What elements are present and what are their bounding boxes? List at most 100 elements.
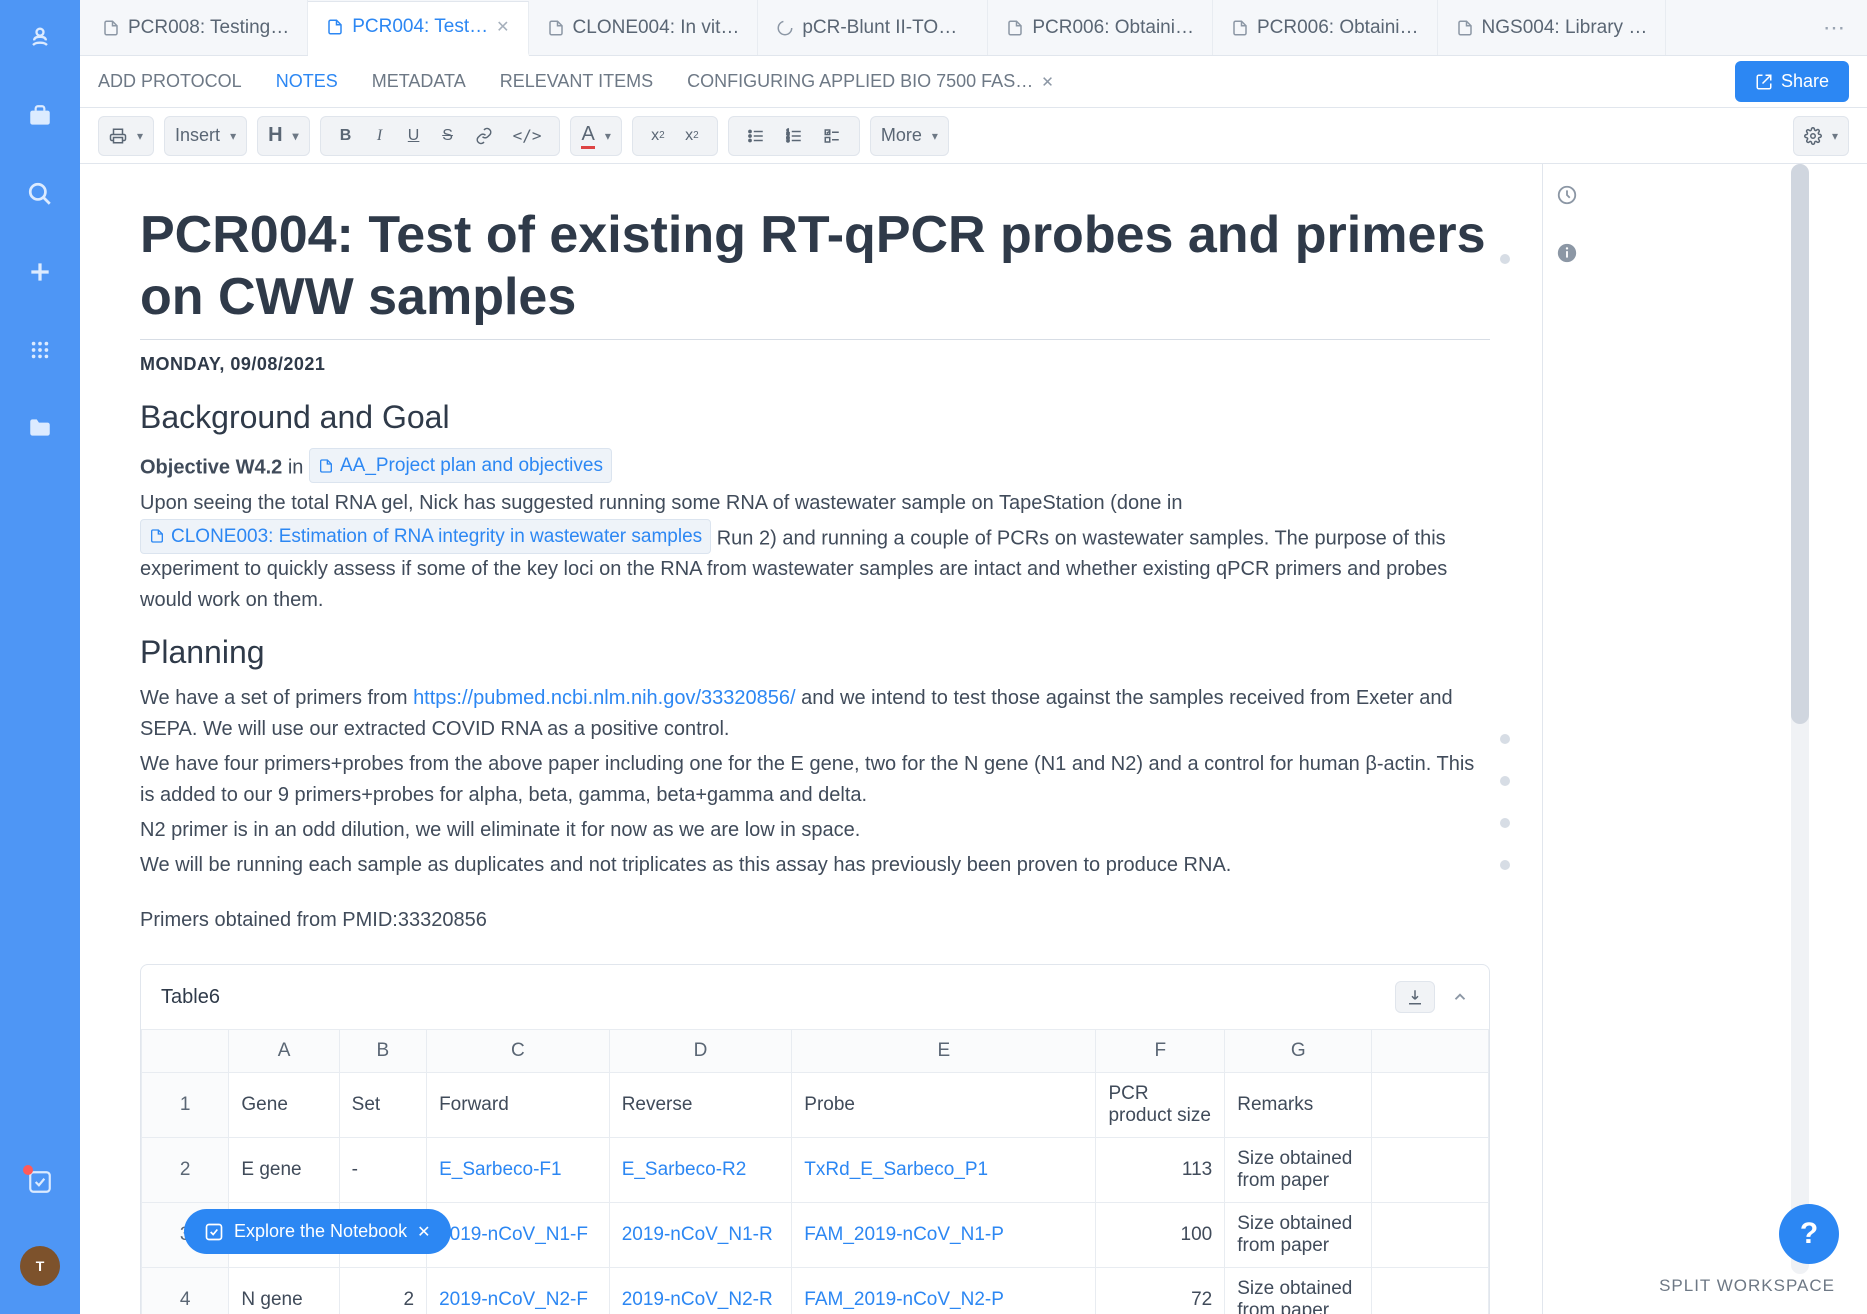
stab-add-protocol[interactable]: ADD PROTOCOL [98, 71, 242, 92]
link-primer[interactable]: E_Sarbeco-R2 [609, 1138, 792, 1203]
table-row[interactable]: 2 E gene - E_Sarbeco-F1 E_Sarbeco-R2 TxR… [142, 1138, 1489, 1203]
col-F[interactable]: F [1096, 1030, 1225, 1073]
code-button[interactable]: </> [505, 120, 550, 151]
apps-grid-icon[interactable] [26, 336, 54, 364]
tab-pcr006b[interactable]: PCR006: Obtaini… [1213, 0, 1438, 55]
tabs-overflow-icon[interactable]: ⋯ [1803, 15, 1867, 41]
settings-menu[interactable] [1793, 116, 1849, 156]
superscript-button[interactable]: x2 [677, 121, 707, 151]
close-icon[interactable]: ✕ [496, 17, 509, 37]
link-primer[interactable]: 2019-nCoV_N2-F [427, 1268, 610, 1314]
table-header-row[interactable]: 1 Gene Set Forward Reverse Probe PCR pro… [142, 1073, 1489, 1138]
outline-dot[interactable] [1500, 860, 1510, 870]
search-icon[interactable] [26, 180, 54, 208]
section-background: Background and Goal [140, 399, 1490, 436]
close-icon[interactable]: ✕ [417, 1222, 430, 1242]
plan-p2: We have four primers+probes from the abo… [140, 749, 1490, 811]
file-icon [547, 19, 565, 37]
link-primer[interactable]: 2019-nCoV_N1-R [609, 1203, 792, 1268]
add-icon[interactable] [26, 258, 54, 286]
chevron-up-icon [1451, 988, 1469, 1006]
download-icon [1406, 988, 1424, 1006]
numbered-list-button[interactable]: 123 [777, 121, 811, 151]
outline-dot[interactable] [1500, 734, 1510, 744]
tab-label: PCR006: Obtaini… [1032, 17, 1194, 39]
info-icon[interactable] [1556, 242, 1578, 264]
outline-dot[interactable] [1500, 818, 1510, 828]
briefcase-icon[interactable] [26, 102, 54, 130]
link-primer[interactable]: 2019-nCoV_N1-F [427, 1203, 610, 1268]
tab-label: CLONE004: In vit… [573, 17, 740, 39]
primer-table[interactable]: A B C D E F G 1 [141, 1029, 1489, 1314]
help-fab[interactable]: ? [1779, 1204, 1839, 1264]
table-row[interactable]: 4 N gene 2 2019-nCoV_N2-F 2019-nCoV_N2-R… [142, 1268, 1489, 1314]
link-pubmed[interactable]: https://pubmed.ncbi.nlm.nih.gov/33320856… [413, 687, 795, 709]
file-icon [102, 19, 120, 37]
insert-menu[interactable]: Insert [164, 116, 247, 156]
link-button[interactable] [467, 121, 501, 151]
app-logo-icon[interactable] [26, 24, 54, 52]
tab-pcr008[interactable]: PCR008: Testing… [84, 0, 308, 55]
col-B[interactable]: B [339, 1030, 426, 1073]
download-table-button[interactable] [1395, 981, 1435, 1013]
col-A[interactable]: A [229, 1030, 339, 1073]
close-icon[interactable]: ✕ [1041, 73, 1054, 91]
outline-dot[interactable] [1500, 254, 1510, 264]
stab-configuring[interactable]: CONFIGURING APPLIED BIO 7500 FAS… ✕ [687, 71, 1054, 92]
tab-ngs004[interactable]: NGS004: Library … [1438, 0, 1667, 55]
tab-pcr004[interactable]: PCR004: Test… ✕ [308, 1, 528, 56]
file-icon [318, 458, 334, 474]
checklist-button[interactable] [815, 121, 849, 151]
share-button[interactable]: Share [1735, 61, 1849, 102]
scrollbar-track[interactable] [1791, 164, 1809, 1274]
link-primer[interactable]: TxRd_E_Sarbeco_P1 [792, 1138, 1096, 1203]
list-group: 123 [728, 116, 860, 156]
page-title[interactable]: PCR004: Test of existing RT-qPCR probes … [140, 204, 1490, 340]
stab-relevant[interactable]: RELEVANT ITEMS [500, 71, 653, 92]
link-clone003[interactable]: CLONE003: Estimation of RNA integrity in… [140, 519, 711, 554]
file-icon [149, 528, 165, 544]
more-menu[interactable]: More [870, 116, 949, 156]
split-workspace-button[interactable]: SPLIT WORKSPACE [1647, 1266, 1847, 1306]
heading-menu[interactable]: H [257, 116, 309, 156]
print-menu[interactable] [98, 116, 154, 156]
tab-clone004[interactable]: CLONE004: In vit… [529, 0, 759, 55]
subscript-button[interactable]: x2 [643, 121, 673, 151]
col-C[interactable]: C [427, 1030, 610, 1073]
col-E[interactable]: E [792, 1030, 1096, 1073]
history-icon[interactable] [1556, 184, 1578, 206]
tab-pcrblunt[interactable]: pCR-Blunt II-TOP… [758, 0, 988, 55]
outline-dot[interactable] [1500, 776, 1510, 786]
numbered-list-icon: 123 [785, 127, 803, 145]
col-G[interactable]: G [1225, 1030, 1372, 1073]
objective-label: Objective W4.2 [140, 457, 282, 479]
link-primer[interactable]: FAM_2019-nCoV_N1-P [792, 1203, 1096, 1268]
collapse-table-button[interactable] [1451, 988, 1469, 1006]
tab-pcr006a[interactable]: PCR006: Obtaini… [988, 0, 1213, 55]
font-color-menu[interactable]: A [570, 116, 621, 156]
file-icon [1456, 19, 1474, 37]
underline-button[interactable]: U [399, 121, 429, 151]
tasks-icon[interactable] [26, 1168, 54, 1196]
italic-button[interactable]: I [365, 121, 395, 151]
tab-label: PCR004: Test… [352, 16, 488, 38]
strike-button[interactable]: S [433, 121, 463, 151]
scrollbar-thumb[interactable] [1791, 164, 1809, 724]
col-D[interactable]: D [609, 1030, 792, 1073]
bold-button[interactable]: B [331, 121, 361, 151]
right-utility-strip [1542, 164, 1590, 1314]
folder-icon[interactable] [26, 414, 54, 442]
user-avatar[interactable]: T [20, 1246, 60, 1286]
link-primer[interactable]: 2019-nCoV_N2-R [609, 1268, 792, 1314]
stab-notes[interactable]: NOTES [276, 71, 338, 92]
bullet-list-button[interactable] [739, 121, 773, 151]
bullet-list-icon [747, 127, 765, 145]
explore-notebook-button[interactable]: Explore the Notebook ✕ [184, 1209, 451, 1254]
link-primer[interactable]: E_Sarbeco-F1 [427, 1138, 610, 1203]
link-primer[interactable]: FAM_2019-nCoV_N2-P [792, 1268, 1096, 1314]
link-project-plan[interactable]: AA_Project plan and objectives [309, 448, 612, 483]
table-corner[interactable] [142, 1030, 229, 1073]
checklist-icon [204, 1222, 224, 1242]
stab-metadata[interactable]: METADATA [372, 71, 466, 92]
loading-icon [776, 19, 794, 37]
